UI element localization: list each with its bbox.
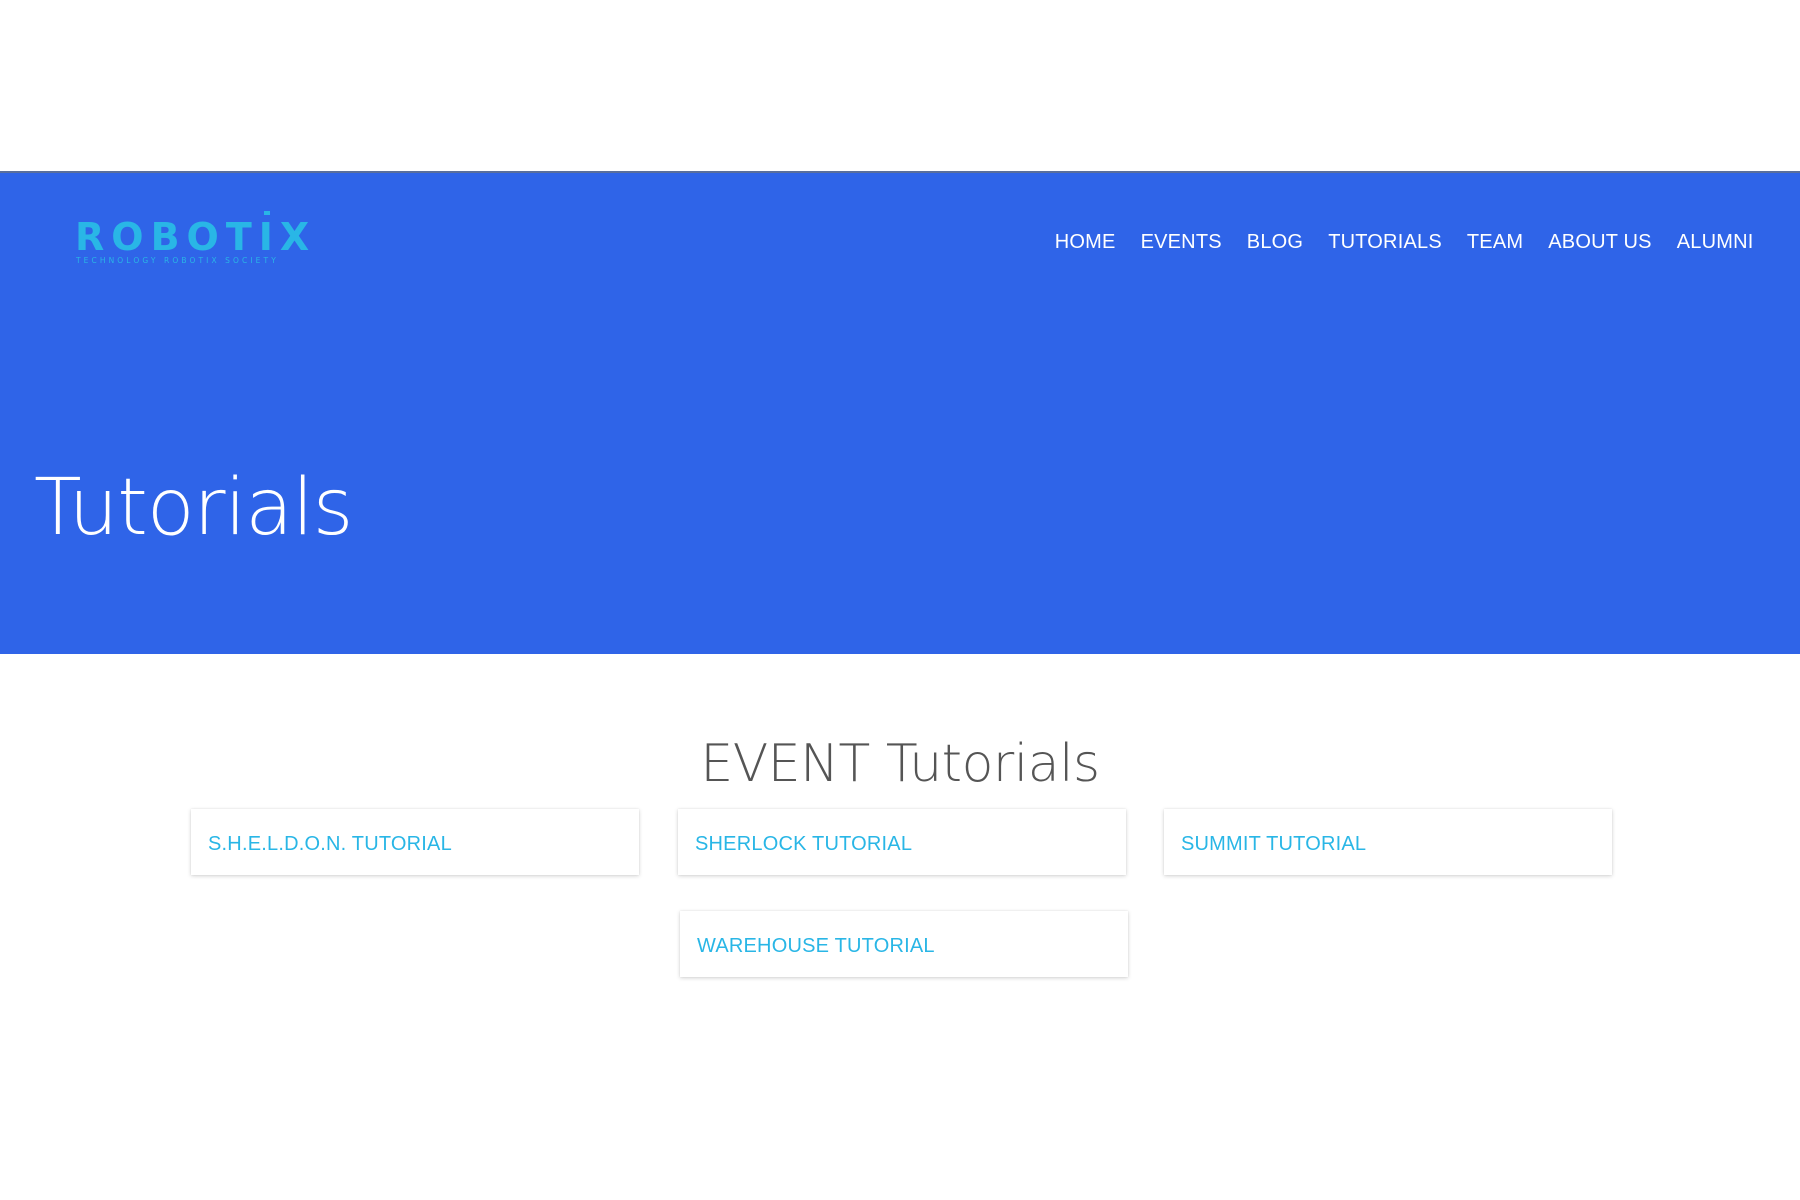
tutorial-link-summit[interactable]: SUMMIT TUTORIAL <box>1181 829 1366 856</box>
section-title: EVENT Tutorials <box>700 734 1100 794</box>
tutorial-card-warehouse[interactable]: WAREHOUSE TUTORIAL <box>680 911 1128 977</box>
logo-wordmark: ROBOTIX <box>75 215 316 259</box>
nav-alumni[interactable]: ALUMNI <box>1664 230 1766 254</box>
tutorial-card-summit[interactable]: SUMMIT TUTORIAL <box>1164 809 1612 875</box>
main-nav: HOME EVENTS BLOG TUTORIALS TEAM ABOUT US… <box>1042 230 1766 254</box>
nav-about-us[interactable]: ABOUT US <box>1536 230 1664 254</box>
nav-home[interactable]: HOME <box>1042 230 1128 254</box>
nav-events[interactable]: EVENTS <box>1128 230 1234 254</box>
logo-i-dot <box>264 211 270 215</box>
robotix-logo-icon: ROBOTIX TECHNOLOGY ROBOTIX SOCIETY <box>75 211 316 265</box>
nav-team[interactable]: TEAM <box>1454 230 1535 254</box>
tutorial-card-sherlock[interactable]: SHERLOCK TUTORIAL <box>678 809 1126 875</box>
tutorial-link-warehouse[interactable]: WAREHOUSE TUTORIAL <box>697 931 935 958</box>
tutorial-link-sherlock[interactable]: SHERLOCK TUTORIAL <box>695 829 912 856</box>
hero-banner: ROBOTIX TECHNOLOGY ROBOTIX SOCIETY HOME … <box>0 171 1800 654</box>
logo-tagline: TECHNOLOGY ROBOTIX SOCIETY <box>75 256 279 265</box>
nav-tutorials[interactable]: TUTORIALS <box>1316 230 1455 254</box>
robotix-logo[interactable]: ROBOTIX TECHNOLOGY ROBOTIX SOCIETY <box>74 209 324 265</box>
nav-blog[interactable]: BLOG <box>1234 230 1315 254</box>
page: ROBOTIX TECHNOLOGY ROBOTIX SOCIETY HOME … <box>0 0 1800 1200</box>
tutorial-card-sheldon[interactable]: S.H.E.L.D.O.N. TUTORIAL <box>191 809 639 875</box>
tutorial-link-sheldon[interactable]: S.H.E.L.D.O.N. TUTORIAL <box>208 829 452 856</box>
page-title: Tutorials <box>34 463 353 553</box>
